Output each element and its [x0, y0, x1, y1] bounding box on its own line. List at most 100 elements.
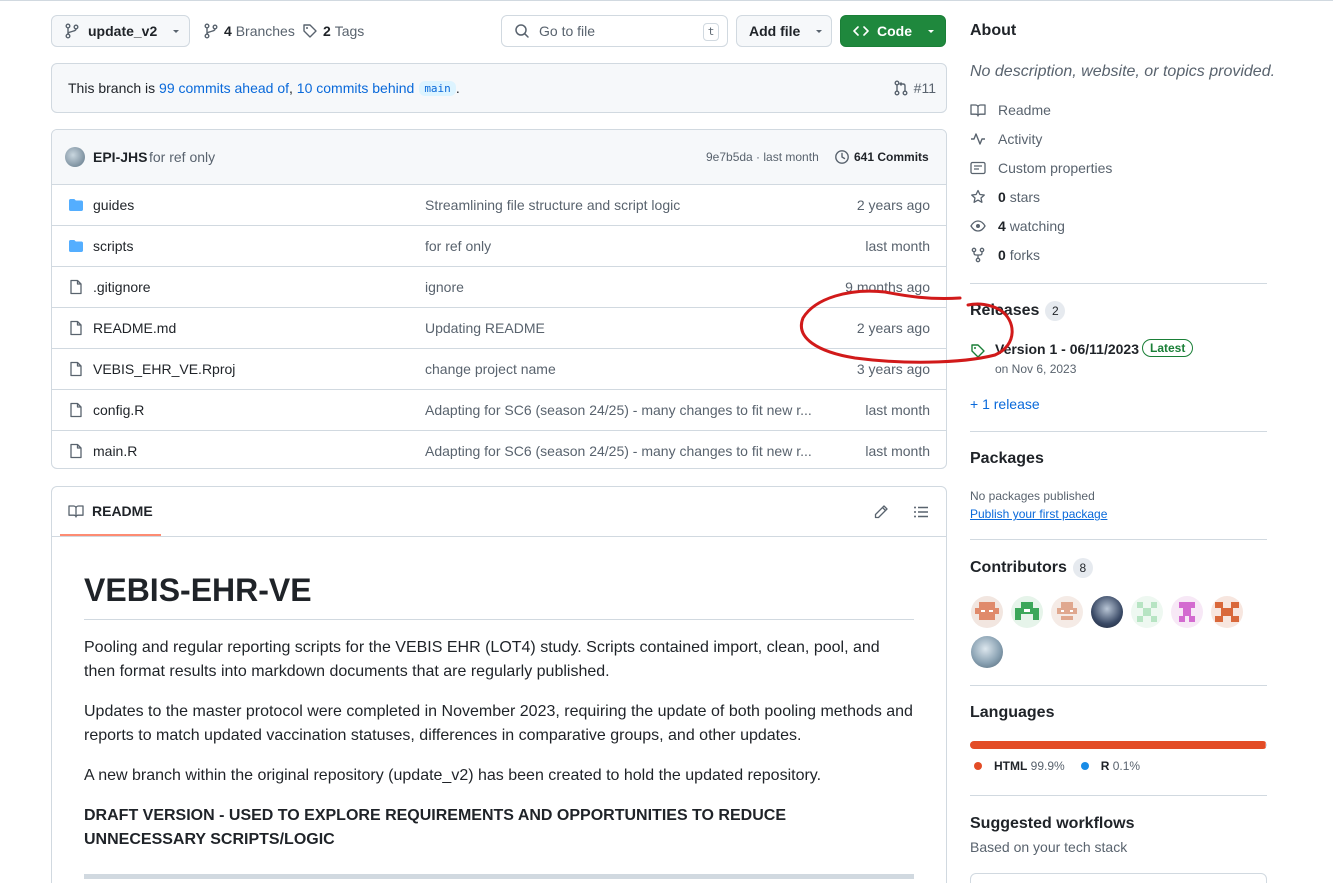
pull-request-link[interactable]: #11: [893, 80, 936, 96]
table-row[interactable]: guides Streamlining file structure and sc…: [52, 184, 946, 225]
commit-sha: 9e7b5da · last month: [706, 150, 819, 164]
banner-suffix: .: [455, 80, 460, 96]
commit-author[interactable]: EPI-JHS: [93, 149, 147, 165]
file-name[interactable]: config.R: [93, 402, 144, 418]
file-commit-message[interactable]: Adapting for SC6 (season 24/25) - many c…: [425, 443, 815, 459]
readme-link[interactable]: Readme: [970, 102, 1051, 118]
tags-link[interactable]: 2 Tags: [302, 23, 364, 39]
commits-history-link[interactable]: 641 Commits: [834, 149, 929, 165]
branches-label: Branches: [235, 23, 295, 39]
releases-heading[interactable]: Releases 2: [970, 301, 1066, 321]
language-segment-html[interactable]: [970, 741, 1266, 749]
sidebar-divider: [970, 431, 1267, 432]
readme-link-label: Readme: [998, 102, 1051, 118]
custom-properties-link[interactable]: Custom properties: [970, 160, 1112, 176]
file-commit-message[interactable]: Streamlining file structure and script l…: [425, 197, 815, 213]
code-button[interactable]: Code: [840, 15, 946, 47]
code-label: Code: [877, 23, 912, 39]
add-file-button[interactable]: Add file: [736, 15, 832, 47]
file-icon: [68, 443, 84, 459]
file-age: last month: [865, 238, 930, 254]
language-item[interactable]: R 0.1%: [1080, 759, 1140, 773]
sidebar-divider: [970, 795, 1267, 796]
file-name[interactable]: guides: [93, 197, 134, 213]
latest-commit-bar: EPI-JHS for ref only 9e7b5da · last mont…: [52, 130, 946, 184]
language-percent: 99.9%: [1030, 759, 1065, 773]
commit-sha-value[interactable]: 9e7b5da: [706, 150, 753, 164]
contributor-avatar[interactable]: [971, 596, 1003, 628]
chevron-down-icon: [926, 26, 936, 36]
contributor-avatar[interactable]: [1051, 596, 1083, 628]
folder-icon: [68, 197, 84, 213]
language-legend: HTML 99.9% R 0.1%: [974, 759, 1156, 773]
file-icon: [68, 279, 84, 295]
table-row[interactable]: .gitignore ignore 9 months ago: [52, 266, 946, 307]
branch-selector-button[interactable]: update_v2: [51, 15, 190, 47]
commits-ahead-link[interactable]: 99 commits ahead of: [159, 80, 289, 96]
file-age: last month: [865, 443, 930, 459]
file-commit-message[interactable]: for ref only: [425, 238, 815, 254]
publish-package-link[interactable]: Publish your first package: [970, 507, 1107, 521]
readme-paragraph: Updates to the master protocol were comp…: [84, 703, 913, 744]
contributor-avatar[interactable]: [1211, 596, 1243, 628]
table-row[interactable]: VEBIS_EHR_VE.Rproj change project name 3 y…: [52, 348, 946, 389]
contributor-avatar[interactable]: [1011, 596, 1043, 628]
contributor-avatar[interactable]: [1171, 596, 1203, 628]
outline-list-icon[interactable]: [913, 504, 929, 520]
packages-heading[interactable]: Packages: [970, 450, 1044, 468]
watching-link[interactable]: 4 watching: [970, 218, 1065, 234]
readme-title-divider: [84, 619, 914, 620]
file-commit-message[interactable]: Adapting for SC6 (season 24/25) - many c…: [425, 402, 815, 418]
more-releases-link[interactable]: + 1 release: [970, 396, 1040, 412]
file-name[interactable]: README.md: [93, 320, 176, 336]
commits-behind-link[interactable]: 10 commits behind: [297, 80, 415, 96]
releases-count: 2: [1045, 301, 1066, 321]
file-commit-message[interactable]: ignore: [425, 279, 815, 295]
table-row[interactable]: scripts for ref only last month: [52, 225, 946, 266]
file-age: 9 months ago: [845, 279, 930, 295]
avatar[interactable]: [65, 147, 85, 167]
forks-count: 0: [998, 247, 1006, 263]
file-commit-message[interactable]: change project name: [425, 361, 815, 377]
workflows-subtitle: Based on your tech stack: [970, 839, 1128, 855]
commit-message[interactable]: for ref only: [149, 149, 215, 165]
book-icon: [970, 102, 986, 118]
go-to-file-input[interactable]: Go to file t: [501, 15, 728, 47]
file-name[interactable]: main.R: [93, 443, 137, 459]
contributor-avatar[interactable]: [1091, 596, 1123, 628]
contributors-count: 8: [1072, 558, 1093, 578]
contributor-avatar[interactable]: [1131, 596, 1163, 628]
stars-link[interactable]: 0 stars: [970, 189, 1040, 205]
table-row[interactable]: config.R Adapting for SC6 (season 24/25) …: [52, 389, 946, 430]
readme-title: VEBIS-EHR-VE: [84, 572, 312, 608]
workflow-card[interactable]: [970, 873, 1267, 883]
file-name[interactable]: scripts: [93, 238, 133, 254]
activity-link[interactable]: Activity: [970, 131, 1042, 147]
contributors-heading[interactable]: Contributors 8: [970, 558, 1093, 578]
branches-count: 4: [224, 23, 232, 39]
table-row[interactable]: main.R Adapting for SC6 (season 24/25) - …: [52, 430, 946, 468]
file-age: last month: [865, 402, 930, 418]
readme-tab[interactable]: README: [60, 487, 161, 536]
file-icon: [68, 320, 84, 336]
file-name[interactable]: .gitignore: [93, 279, 151, 295]
file-name[interactable]: VEBIS_EHR_VE.Rproj: [93, 361, 235, 377]
stars-count: 0: [998, 189, 1006, 205]
forks-link[interactable]: 0 forks: [970, 247, 1040, 263]
search-icon: [514, 23, 530, 39]
contributor-avatar[interactable]: [971, 636, 1003, 668]
about-description: No description, website, or topics provi…: [970, 63, 1276, 80]
file-table: EPI-JHS for ref only 9e7b5da · last mont…: [51, 129, 947, 469]
branch-status-banner: This branch is 99 commits ahead of , 10 …: [51, 63, 947, 113]
base-branch-badge[interactable]: main: [419, 80, 456, 96]
file-icon: [68, 402, 84, 418]
branches-link[interactable]: 4 Branches: [203, 23, 295, 39]
banner-prefix: This branch is: [68, 80, 160, 96]
tag-icon: [970, 343, 986, 359]
pencil-icon[interactable]: [873, 504, 889, 520]
activity-link-label: Activity: [998, 131, 1043, 147]
table-row[interactable]: README.md Updating README 2 years ago: [52, 307, 946, 348]
language-item[interactable]: HTML 99.9%: [974, 759, 1065, 773]
readme-code-block-edge: [84, 874, 914, 879]
file-commit-message[interactable]: Updating README: [425, 320, 815, 336]
